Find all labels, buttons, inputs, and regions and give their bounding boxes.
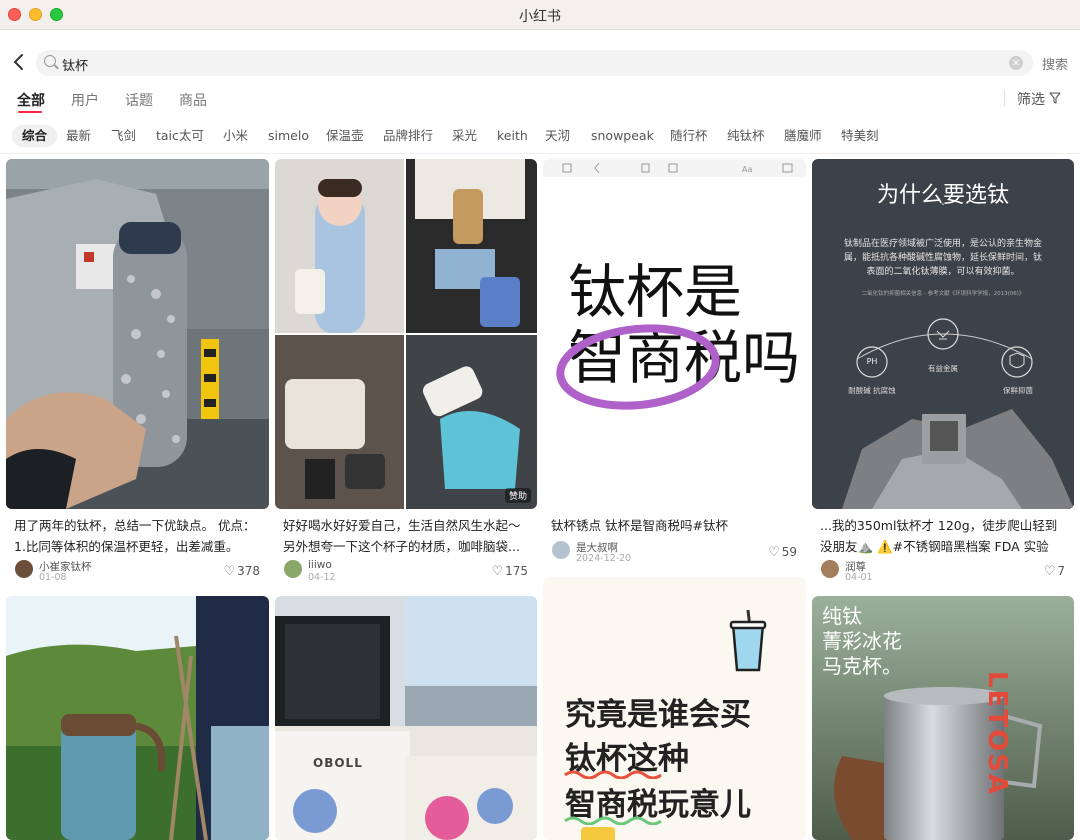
notes-toolbar-icons: Aa	[562, 162, 793, 174]
like-number: 59	[781, 545, 797, 559]
heart-icon[interactable]: ♡	[223, 564, 235, 579]
feature-2: 有益金属	[928, 364, 958, 373]
author-avatar[interactable]	[15, 560, 33, 578]
like-count[interactable]: ♡ 7	[1044, 564, 1065, 579]
author-avatar[interactable]	[284, 560, 302, 578]
note-cover-image[interactable]: 纯钛 菁彩冰花 马克杯。 LETOSA	[812, 596, 1074, 840]
chip-tomic[interactable]: 特美刻	[831, 125, 889, 147]
cover-chevron: ˇ	[940, 203, 946, 214]
clear-search-icon[interactable]: ×	[1009, 56, 1023, 70]
note-cover-image[interactable]	[6, 596, 269, 840]
note-cover-image[interactable]: Aa 钛杯是 智商税吗	[543, 159, 806, 509]
title-bar: 小红书	[0, 0, 1080, 30]
cup-illustration	[729, 610, 767, 672]
chip-taic[interactable]: taic太可	[146, 125, 214, 147]
chip-xiaomi[interactable]: 小米	[213, 125, 258, 147]
like-count[interactable]: ♡ 175	[491, 564, 528, 579]
active-tab-indicator	[18, 111, 42, 113]
green-squiggle-underline	[564, 816, 662, 825]
search-icon	[44, 55, 56, 67]
note-card[interactable]: 纯钛 菁彩冰花 马克杯。 LETOSA	[812, 596, 1074, 840]
tab-topics[interactable]: 话题	[125, 90, 153, 110]
note-title[interactable]: ...我的350ml钛杯才 120g，徒步爬山轻到没朋友⛰️ ⚠️#不锈钢暗黑档…	[820, 515, 1066, 557]
chip-keith[interactable]: keith	[487, 125, 538, 147]
cover-headline-1: 究竟是谁会买	[565, 697, 751, 733]
cartoon-cat-icon	[581, 827, 615, 840]
chip-snowpeak[interactable]: snowpeak	[581, 125, 664, 147]
author-name[interactable]: iiiwo	[308, 559, 332, 571]
heart-icon[interactable]: ♡	[1044, 564, 1056, 579]
note-card[interactable]: Aa 钛杯是 智商税吗 钛杯锈点 钛杯是智商税吗#钛杯 是大叔啊 2024-12…	[543, 159, 806, 570]
filter-funnel-icon[interactable]	[1049, 92, 1061, 104]
like-count[interactable]: ♡ 378	[223, 564, 260, 579]
cover-headline-1: 钛杯是	[568, 258, 743, 326]
cover-brand: OBOLL	[313, 756, 363, 770]
like-number: 175	[505, 564, 528, 578]
note-card[interactable]: OBOLL	[275, 596, 537, 840]
cover-headline-2: 菁彩冰花	[822, 629, 902, 653]
keyword-chips: 综合 最新 飞剑 taic太可 小米 simelo 保温壶 品牌排行 采光 ke…	[0, 122, 1080, 150]
cover-source: 二氧化钛的抑菌相关信息 - 参考文献《环境科学学报，2013(06)》	[861, 291, 1025, 297]
search-input[interactable]: 钛杯 ×	[36, 50, 1033, 76]
note-title[interactable]: 用了两年的钛杯，总结一下优缺点。 优点：1.比同等体积的保温杯更轻，出差减重。 …	[14, 515, 261, 557]
cover-brand-logo: LETOSA	[982, 671, 1012, 797]
note-date: 04-01	[845, 572, 873, 583]
chip-travel-cup[interactable]: 随行杯	[660, 125, 718, 147]
circle-highlight	[556, 324, 720, 410]
cover-headline-1: 纯钛	[822, 604, 862, 628]
svg-text:Aa: Aa	[742, 165, 752, 174]
window-title: 小红书	[519, 9, 561, 25]
note-card[interactable]: 为什么要选钛 ˇ 钛制品在医疗领域被广泛使用，是公认的亲生物金属，能抵抗各种酸碱…	[812, 159, 1074, 584]
note-date: 04-12	[308, 572, 336, 583]
chip-simelo[interactable]: simelo	[258, 125, 319, 147]
cover-headline-3: 马克杯。	[822, 654, 902, 678]
heart-icon[interactable]: ♡	[491, 564, 503, 579]
note-card[interactable]	[6, 596, 269, 840]
note-cover-image[interactable]	[6, 159, 269, 509]
feature-1: 耐酸碱 抗腐蚀	[848, 386, 896, 395]
note-title[interactable]: 钛杯锈点 钛杯是智商税吗#钛杯	[551, 515, 798, 536]
note-title[interactable]: 好好喝水好好爱自己，生活自然风生水起～另外想夸一下这个杯子的材质，咖啡脑袋...	[283, 515, 529, 557]
chip-caiguang[interactable]: 采光	[442, 125, 487, 147]
ph-icon-label: PH	[866, 357, 878, 366]
author-avatar[interactable]	[552, 541, 570, 559]
note-cover-image[interactable]: 究竟是谁会买 钛杯这种 智商税玩意儿	[543, 577, 806, 840]
note-date: 2024-12-20	[576, 553, 632, 564]
tab-users[interactable]: 用户	[71, 90, 99, 110]
search-button[interactable]: 搜索	[1042, 54, 1068, 73]
sponsored-badge: 赞助	[504, 488, 531, 503]
feature-3: 保鲜抑菌	[1003, 386, 1033, 395]
author-avatar[interactable]	[821, 560, 839, 578]
red-squiggle-underline	[564, 770, 662, 779]
filter-button[interactable]: 筛选	[1017, 89, 1045, 109]
tab-all[interactable]: 全部	[17, 90, 45, 110]
chip-feijian[interactable]: 飞剑	[101, 125, 146, 147]
filter-divider	[1004, 90, 1005, 106]
chip-pure-titanium[interactable]: 纯钛杯	[717, 125, 775, 147]
note-date: 01-08	[39, 572, 67, 583]
search-bar: 钛杯 × 搜索	[0, 48, 1080, 78]
chip-thermos[interactable]: 保温壶	[316, 125, 374, 147]
like-count[interactable]: ♡ 59	[768, 545, 797, 560]
cover-body: 钛制品在医疗领域被广泛使用，是公认的亲生物金属，能抵抗各种酸碱性腐蚀物，延长保鲜…	[843, 239, 1042, 277]
heart-icon[interactable]: ♡	[768, 545, 780, 560]
like-number: 378	[237, 564, 260, 578]
note-card[interactable]: 用了两年的钛杯，总结一下优缺点。 优点：1.比同等体积的保温杯更轻，出差减重。 …	[6, 159, 269, 584]
tab-products[interactable]: 商品	[179, 90, 207, 110]
note-cover-image[interactable]: 赞助	[275, 159, 537, 509]
chip-latest[interactable]: 最新	[56, 125, 101, 147]
search-query[interactable]: 钛杯	[62, 55, 88, 74]
chip-comprehensive[interactable]: 综合	[12, 125, 58, 147]
note-card[interactable]: 究竟是谁会买 钛杯这种 智商税玩意儿	[543, 577, 806, 840]
like-number: 7	[1057, 564, 1065, 578]
chip-brand-ranking[interactable]: 品牌排行	[373, 125, 443, 147]
back-arrow-icon[interactable]	[12, 52, 28, 74]
chip-tianqi[interactable]: 天沏	[535, 125, 580, 147]
chip-thermos-brand[interactable]: 膳魔师	[774, 125, 832, 147]
result-tabs: 全部 用户 话题 商品 筛选	[0, 84, 1080, 118]
feed-divider	[0, 153, 1080, 154]
note-card[interactable]: 赞助 好好喝水好好爱自己，生活自然风生水起～另外想夸一下这个杯子的材质，咖啡脑袋…	[275, 159, 537, 584]
note-cover-image[interactable]: OBOLL	[275, 596, 537, 840]
note-cover-image[interactable]: 为什么要选钛 ˇ 钛制品在医疗领域被广泛使用，是公认的亲生物金属，能抵抗各种酸碱…	[812, 159, 1074, 509]
